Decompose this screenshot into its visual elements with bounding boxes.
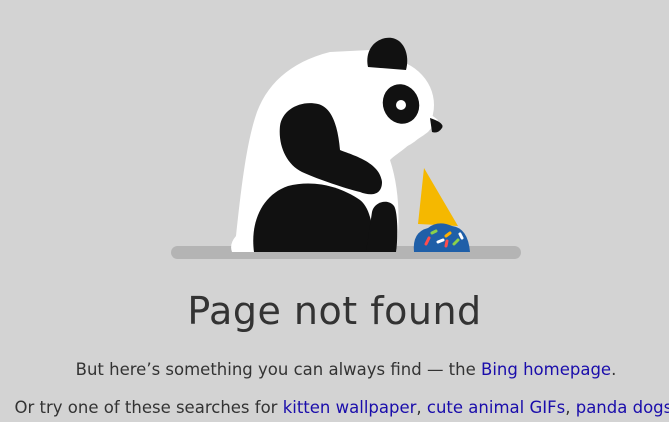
panda-eye [396,100,406,110]
search-suggestions-text: Or try one of these searches for [14,398,283,417]
bing-homepage-link[interactable]: Bing homepage [481,360,611,379]
search-link-panda-dogs[interactable]: panda dogs [576,398,669,417]
home-suggestion-period: . [611,360,617,379]
search-link-kitten-wallpaper[interactable]: kitten wallpaper [283,398,417,417]
panda-ear-icon [367,37,408,70]
page-title: Page not found [187,289,482,333]
home-suggestion-text: But here’s something you can always find… [75,360,482,379]
search-separator: , [416,398,427,417]
sad-panda-illustration [171,37,521,259]
search-suggestions: Or try one of these searches for kitten … [0,396,669,420]
home-suggestion: But here’s something you can always find… [0,358,669,382]
search-separator: , [565,398,576,417]
search-link-cute-animal-gifs[interactable]: cute animal GIFs [427,398,565,417]
ice-cream-cone-icon [418,168,458,226]
